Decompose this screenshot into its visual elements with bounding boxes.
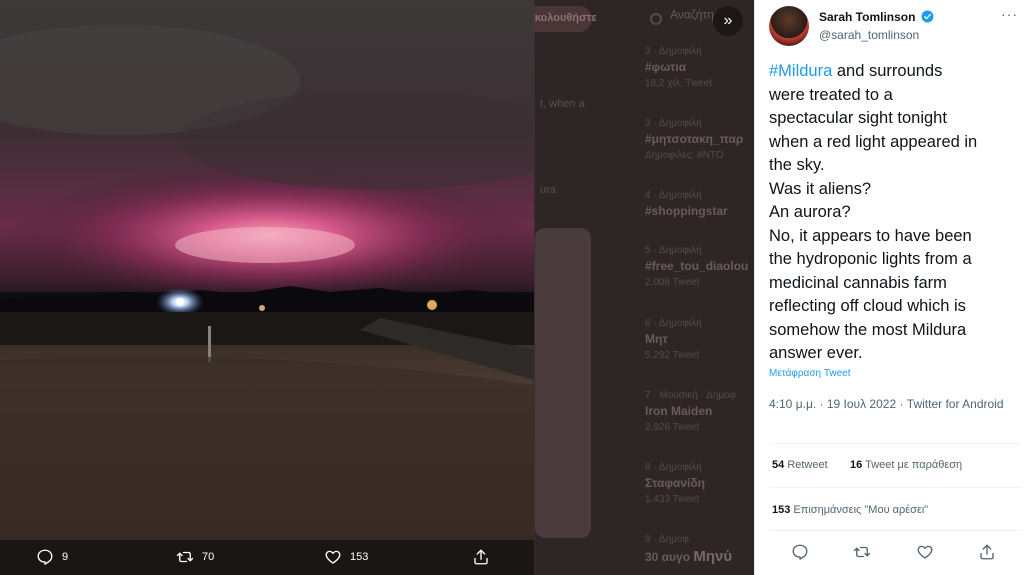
- collapse-panel-button[interactable]: »: [713, 6, 743, 36]
- retweet-icon: [176, 551, 194, 563]
- retweet-count: 70: [202, 551, 215, 563]
- tweet-line: spectacular sight tonight: [769, 109, 947, 127]
- retweet-icon[interactable]: [853, 543, 871, 561]
- tweet-line: the sky.: [769, 156, 825, 174]
- likes-label: Επισημάνσεις "Μου αρέσει": [793, 504, 929, 516]
- trend-item[interactable]: 8 · Δημοφιλή Σταφανίδη 1.433 Tweet: [645, 462, 754, 505]
- reply-icon[interactable]: [791, 543, 809, 561]
- tweet-timestamp[interactable]: 4:10 μ.μ. · 19 Ιουλ 2022 · Twitter for A…: [769, 396, 1009, 413]
- trend-count: 1.433 Tweet: [645, 494, 700, 505]
- tweet-line-text: and surrounds: [832, 62, 943, 80]
- media-action-bar: 9 70 153: [0, 540, 534, 575]
- trend-count: Δημοφιλές: #ΝΤΟ: [645, 150, 724, 161]
- trend-meta: 5 · Δημοφιλή: [645, 245, 702, 256]
- tweet-line: answer ever.: [769, 344, 863, 362]
- quotes-label: Tweet με παράθεση: [865, 459, 963, 471]
- retweet-button[interactable]: 70: [176, 548, 214, 566]
- trend-meta: 8 · Δημοφιλή: [645, 462, 702, 473]
- like-icon[interactable]: [916, 543, 934, 561]
- verified-icon: [921, 10, 934, 23]
- share-icon: [474, 549, 488, 565]
- tweet-line: when a red light appeared in: [769, 132, 978, 151]
- trend-item[interactable]: 5 · Δημοφιλή #free_tou_diaolou 2.008 Twe…: [645, 245, 754, 288]
- share-icon[interactable]: [978, 543, 996, 561]
- quotes-count: 16: [850, 459, 863, 471]
- more-icon[interactable]: ···: [1001, 6, 1018, 22]
- divider: [769, 487, 1021, 488]
- night-sky-photo: [0, 0, 534, 540]
- retweets-stat[interactable]: 54 Retweet: [772, 459, 828, 471]
- tweet-line: somehow the most Mildura: [769, 320, 967, 339]
- trend-tag: Μητ: [645, 332, 668, 346]
- backdrop-snippet: ura: [540, 184, 556, 196]
- like-count: 153: [350, 551, 369, 563]
- tweet-photo[interactable]: [0, 0, 534, 540]
- tweet-detail-panel: Sarah Tomlinson @sarah_tomlinson ··· #Mi…: [754, 0, 1024, 575]
- retweets-count: 54: [772, 459, 785, 471]
- trend-tag: #shoppingstar: [645, 204, 728, 218]
- trend-count: 5.292 Tweet: [645, 350, 700, 361]
- trend-tag-text: 30 αυγο: [645, 550, 691, 564]
- trend-item[interactable]: 6 · Δημοφιλή Μητ 5.292 Tweet: [645, 318, 754, 361]
- search-icon: [650, 13, 662, 25]
- trend-tag: #free_tou_diaolou: [645, 259, 749, 273]
- like-button[interactable]: 153: [324, 548, 368, 566]
- trend-count: 2.008 Tweet: [645, 277, 700, 288]
- trend-meta: 4 · Δημοφιλή: [645, 190, 702, 201]
- backdrop-snippet: t, when a: [540, 98, 585, 110]
- tweet-text: #Mildura and surrounds were treated to a…: [769, 60, 1019, 366]
- backdrop-card: [535, 228, 591, 538]
- tweet-line: An aurora?: [769, 203, 851, 221]
- trend-tag: Σταφανίδη: [645, 476, 705, 490]
- trend-count: 2.926 Tweet: [645, 422, 700, 433]
- trend-tag: 30 αυγο Μηνύ: [645, 548, 754, 565]
- trend-meta: 6 · Δημοφιλή: [645, 318, 702, 329]
- likes-count: 153: [772, 504, 791, 516]
- reply-count: 9: [62, 551, 69, 563]
- retweets-label: Retweet: [787, 459, 828, 471]
- translate-tweet-link[interactable]: Μετάφραση Tweet: [769, 368, 851, 379]
- tweet-line: Was it aliens?: [769, 179, 872, 198]
- author-handle[interactable]: @sarah_tomlinson: [819, 28, 919, 42]
- reply-button[interactable]: 9: [36, 548, 68, 566]
- likes-stat[interactable]: 153 Επισημάνσεις "Μου αρέσει": [772, 504, 928, 516]
- share-button[interactable]: [472, 548, 498, 566]
- trend-meta: 3 · Δημοφιλή: [645, 118, 702, 129]
- divider: [769, 530, 1021, 531]
- reply-icon: [37, 549, 53, 565]
- trend-item[interactable]: 3 · Δημοφιλή #φωτια 18,2 χιλ. Tweet: [645, 46, 754, 89]
- messages-label: Μηνύ: [693, 548, 733, 565]
- quotes-stat[interactable]: 16 Tweet με παράθεση: [850, 459, 962, 471]
- trend-tag: #φωτια: [645, 60, 687, 74]
- trend-item[interactable]: 4 · Δημοφιλή #shoppingstar: [645, 190, 754, 222]
- trend-tag: #μητσοτακη_παρ: [645, 132, 744, 146]
- avatar[interactable]: [769, 6, 809, 46]
- trend-tag: Iron Maiden: [645, 404, 713, 418]
- trend-meta: 9 · Δημοφ: [645, 534, 689, 545]
- trend-item[interactable]: 9 · Δημοφ 30 αυγο Μηνύ: [645, 534, 754, 565]
- hashtag-link[interactable]: #Mildura: [769, 62, 832, 80]
- trend-item[interactable]: 7 · Μουσική · Δημοφ Iron Maiden 2.926 Tw…: [645, 390, 754, 433]
- divider: [769, 443, 1021, 444]
- trend-item[interactable]: 3 · Δημοφιλή #μητσοτακη_παρ Δημοφιλές: #…: [645, 118, 754, 161]
- tweet-line: No, it appears to have been: [769, 226, 972, 245]
- collapse-panel-icon: »: [723, 12, 733, 29]
- trend-meta: 7 · Μουσική · Δημοφ: [645, 390, 737, 401]
- tweet-line: #Mildura and surrounds: [769, 60, 1019, 84]
- author-name[interactable]: Sarah Tomlinson: [819, 10, 915, 24]
- tweet-line: medicinal cannabis farm: [769, 273, 947, 292]
- tweet-line: the hydroponic lights from a: [769, 250, 972, 268]
- like-icon: [325, 550, 341, 564]
- tweet-line: were treated to a: [769, 85, 893, 104]
- trend-count: 18,2 χιλ. Tweet: [645, 78, 712, 89]
- trend-meta: 3 · Δημοφιλή: [645, 46, 702, 57]
- tweet-line: reflecting off cloud which is: [769, 297, 966, 315]
